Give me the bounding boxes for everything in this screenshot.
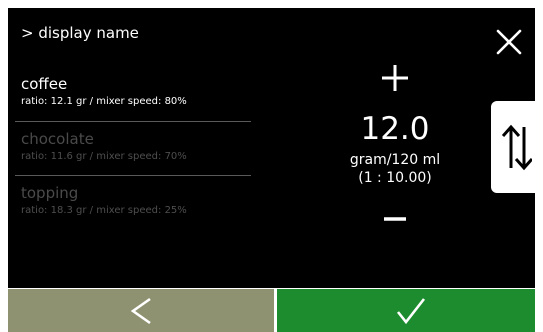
product-item-chocolate[interactable]: chocolate ratio: 11.6 gr / mixer speed: … xyxy=(21,130,251,164)
chevron-left-icon xyxy=(130,297,151,325)
increase-button[interactable] xyxy=(379,62,411,94)
divider xyxy=(15,175,251,176)
confirm-button[interactable] xyxy=(277,289,535,332)
value-ratio: (1 : 10.00) xyxy=(358,170,432,186)
plus-icon xyxy=(382,65,408,91)
divider xyxy=(15,121,251,122)
product-name: coffee xyxy=(21,75,68,93)
close-button[interactable] xyxy=(493,26,525,58)
checkmark-icon xyxy=(396,298,426,325)
decrease-button[interactable] xyxy=(379,208,411,228)
close-icon xyxy=(496,29,522,55)
product-name: chocolate xyxy=(21,130,94,148)
product-item-topping[interactable]: topping ratio: 18.3 gr / mixer speed: 25… xyxy=(21,184,251,218)
minus-icon xyxy=(384,217,406,221)
product-detail: ratio: 11.6 gr / mixer speed: 70% xyxy=(21,151,187,162)
screen: > display name coffee ratio: 12.1 gr / m… xyxy=(0,0,543,332)
reorder-button[interactable] xyxy=(491,101,543,193)
page-title: > display name xyxy=(21,24,139,42)
product-detail: ratio: 18.3 gr / mixer speed: 25% xyxy=(21,205,187,216)
product-item-coffee[interactable]: coffee ratio: 12.1 gr / mixer speed: 80% xyxy=(21,75,251,109)
product-detail: ratio: 12.1 gr / mixer speed: 80% xyxy=(21,96,187,107)
product-name: topping xyxy=(21,184,79,202)
swap-vertical-icon xyxy=(502,124,532,171)
value-unit: gram/120 ml xyxy=(349,152,441,168)
value-display: 12.0 xyxy=(360,111,430,147)
back-button[interactable] xyxy=(8,289,274,332)
